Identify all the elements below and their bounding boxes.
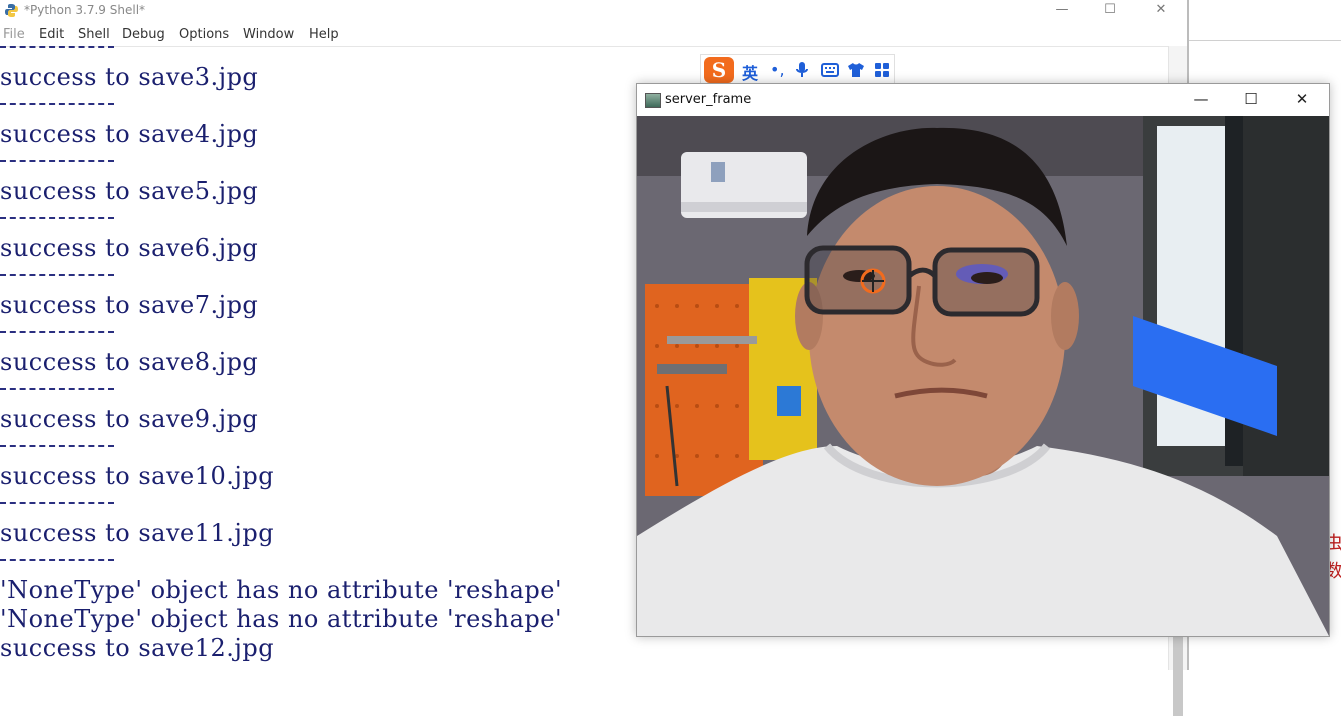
output-line: success to save9.jpg — [0, 405, 259, 433]
output-line: success to save8.jpg — [0, 348, 259, 376]
separator-line — [0, 445, 114, 447]
separator-line — [0, 274, 114, 276]
output-line: success to save11.jpg — [0, 519, 275, 547]
output-line: success to save3.jpg — [0, 63, 259, 91]
ime-punctuation-toggle[interactable]: •, — [770, 60, 785, 79]
microphone-icon[interactable] — [795, 61, 809, 79]
output-line: success to save5.jpg — [0, 177, 259, 205]
shell-scrollbar-thumb[interactable] — [1173, 636, 1183, 716]
sogou-logo-icon[interactable]: S — [704, 57, 734, 83]
menu-help[interactable]: Help — [309, 27, 339, 42]
separator-line — [0, 331, 114, 333]
window-app-icon — [645, 93, 661, 108]
shell-titlebar: *Python 3.7.9 Shell* — ☐ ✕ — [0, 0, 1187, 22]
shell-close-button[interactable]: ✕ — [1141, 0, 1181, 22]
ime-toolbar: S 英 •, — [700, 54, 895, 86]
separator-line — [0, 103, 114, 105]
server-frame-titlebar[interactable]: server_frame — ☐ ✕ — [637, 84, 1329, 116]
python-app-icon — [5, 4, 18, 17]
output-line: success to save10.jpg — [0, 462, 275, 490]
camera-video-frame — [637, 116, 1329, 636]
separator-line — [0, 388, 114, 390]
server-frame-window[interactable]: server_frame — ☐ ✕ — [636, 83, 1330, 637]
grid-icon[interactable] — [874, 62, 890, 78]
menu-file[interactable]: File — [3, 27, 25, 42]
server-frame-title: server_frame — [665, 92, 752, 107]
frame-close-button[interactable]: ✕ — [1285, 88, 1319, 112]
output-line: success to save12.jpg — [0, 634, 275, 662]
separator-line — [0, 46, 114, 48]
ime-mode-toggle[interactable]: 英 — [742, 60, 758, 84]
keyboard-icon[interactable] — [821, 63, 839, 77]
shell-maximize-button[interactable]: ☐ — [1090, 0, 1130, 22]
output-line: success to save4.jpg — [0, 120, 259, 148]
menu-options[interactable]: Options — [179, 27, 229, 42]
error-line: 'NoneType' object has no attribute 'resh… — [0, 576, 563, 604]
separator-line — [0, 160, 114, 162]
shell-minimize-button[interactable]: — — [1042, 0, 1082, 22]
frame-minimize-button[interactable]: — — [1184, 88, 1218, 112]
menu-debug[interactable]: Debug — [122, 27, 165, 42]
separator-line — [0, 502, 114, 504]
shell-title: *Python 3.7.9 Shell* — [24, 3, 146, 17]
output-line: success to save6.jpg — [0, 234, 259, 262]
menu-edit[interactable]: Edit — [39, 27, 64, 42]
separator-line — [0, 217, 114, 219]
output-line: success to save7.jpg — [0, 291, 259, 319]
error-line: 'NoneType' object has no attribute 'resh… — [0, 605, 563, 633]
frame-maximize-button[interactable]: ☐ — [1234, 88, 1268, 112]
shirt-icon[interactable] — [847, 62, 865, 78]
shell-menubar: File Edit Shell Debug Options Window Hel… — [0, 24, 1187, 47]
separator-line — [0, 559, 114, 561]
menu-window[interactable]: Window — [243, 27, 294, 42]
menu-shell[interactable]: Shell — [78, 27, 110, 42]
